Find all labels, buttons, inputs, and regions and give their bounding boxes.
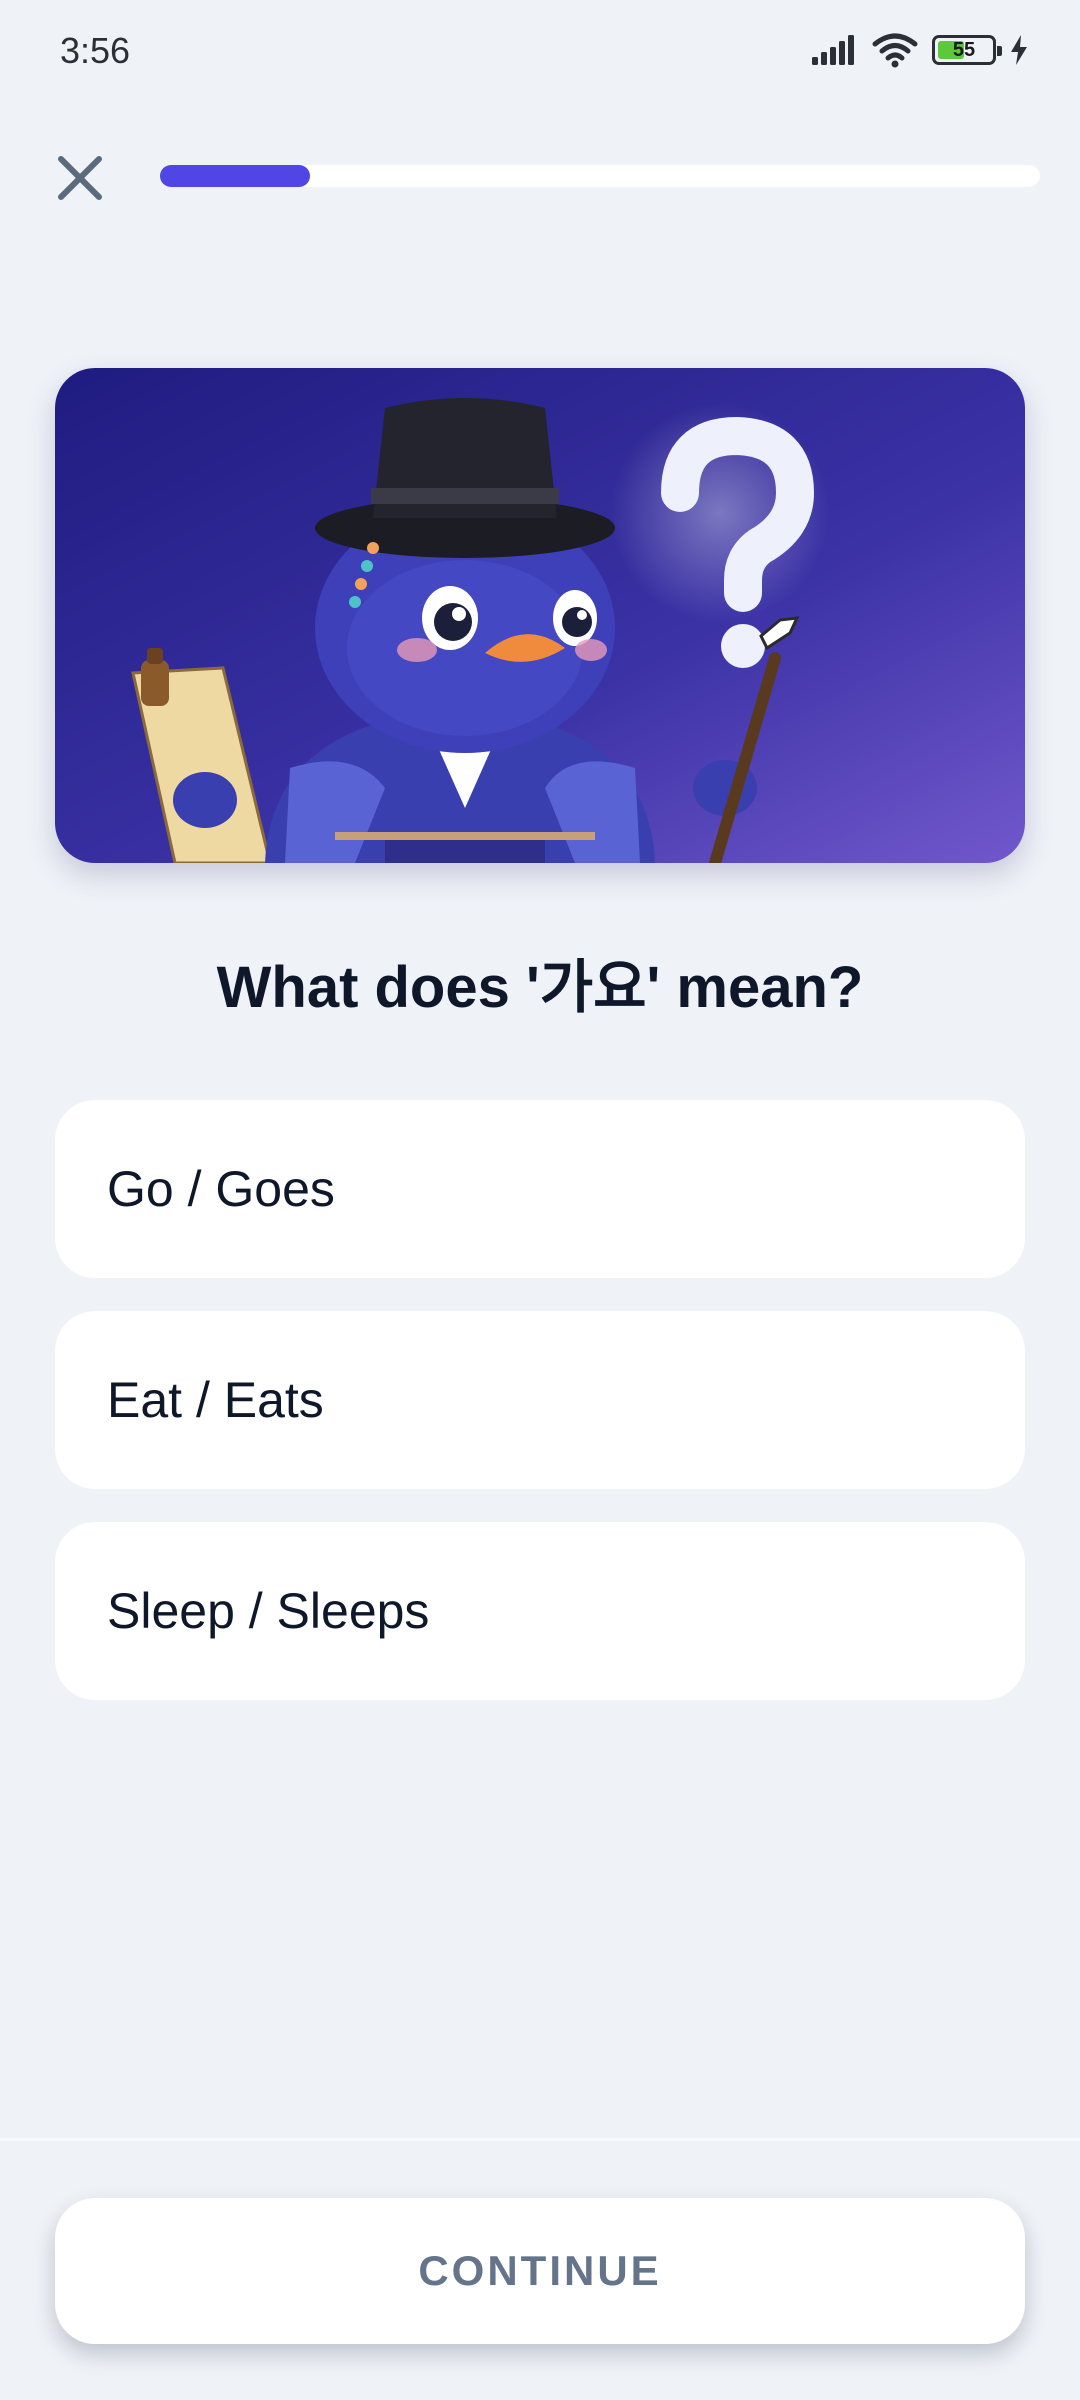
lesson-progress-fill [160, 165, 310, 187]
battery-icon: 55 [932, 35, 1002, 65]
quiz-screen: 3:56 55 What does '가요' mean? Go / Goes E… [0, 0, 1080, 2400]
answer-option-go[interactable]: Go / Goes [55, 1100, 1025, 1278]
hero-illustration [55, 368, 1025, 863]
answer-option-label: Go / Goes [107, 1161, 335, 1217]
charging-icon [1011, 35, 1027, 65]
battery-cap [997, 46, 1002, 56]
answer-option-label: Sleep / Sleeps [107, 1583, 430, 1639]
wifi-icon [872, 33, 918, 68]
signal-icon [812, 35, 854, 65]
status-bar: 3:56 55 [0, 0, 1080, 100]
answer-option-eat[interactable]: Eat / Eats [55, 1311, 1025, 1489]
status-time: 3:56 [60, 30, 131, 71]
footer-divider [0, 2138, 1080, 2141]
answer-option-sleep[interactable]: Sleep / Sleeps [55, 1522, 1025, 1700]
close-button[interactable] [50, 148, 110, 208]
question-text: What does '가요' mean? [216, 955, 864, 1020]
answer-option-label: Eat / Eats [107, 1372, 324, 1428]
status-icons: 55 [812, 30, 1028, 70]
lesson-progress-bar [160, 165, 1040, 187]
continue-button[interactable]: CONTINUE [55, 2198, 1025, 2344]
close-icon [58, 156, 102, 200]
battery-level: 55 [952, 38, 976, 61]
